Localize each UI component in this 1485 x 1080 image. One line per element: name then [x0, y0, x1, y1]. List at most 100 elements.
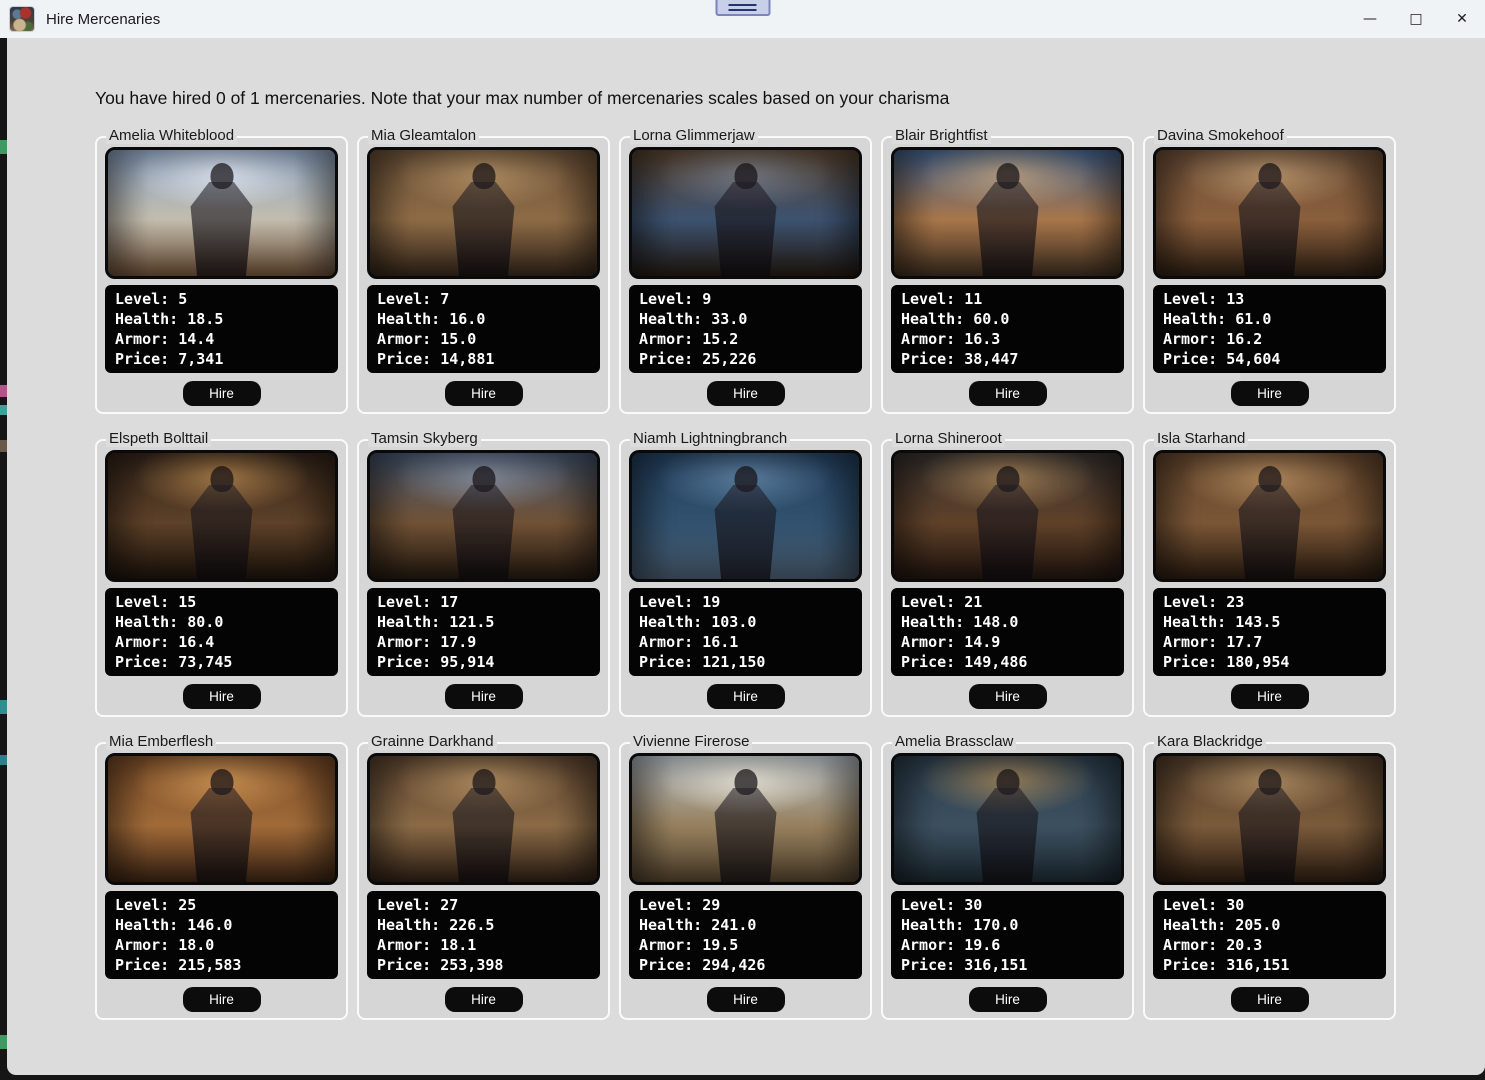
mercenary-name: Amelia Brassclaw [892, 733, 1017, 750]
mercenary-card: Amelia Whiteblood Level: 5 Health: 18.5 Ar… [95, 127, 348, 414]
mercenary-name: Lorna Shineroot [892, 430, 1005, 447]
hire-button[interactable]: Hire [706, 684, 785, 709]
mercenary-portrait [105, 753, 338, 885]
portrait-vignette [1156, 453, 1383, 579]
price-stat: Price: 121,150 [639, 653, 766, 671]
hire-button[interactable]: Hire [444, 684, 523, 709]
mercenary-portrait [629, 753, 862, 885]
mercenary-name: Vivienne Firerose [630, 733, 753, 750]
background-pixel [0, 405, 7, 415]
mercenary-name: Niamh Lightningbranch [630, 430, 791, 447]
stats-panel: Level: 11 Health: 60.0 Armor: 16.3 Price: 38… [891, 285, 1124, 373]
armor-stat: Armor: 17.7 [1163, 633, 1263, 651]
main-content: You have hired 0 of 1 mercenaries. Note … [7, 38, 1485, 1075]
minimize-icon: — [1363, 11, 1377, 27]
price-stat: Price: 316,151 [901, 956, 1028, 974]
mercenary-card: Isla Starhand Level: 23 Health: 143.5 Armo… [1143, 430, 1396, 717]
health-stat: Health: 146.0 [115, 916, 233, 934]
hire-button[interactable]: Hire [968, 987, 1047, 1012]
hire-button[interactable]: Hire [182, 381, 261, 406]
hire-button[interactable]: Hire [968, 381, 1047, 406]
maximize-button[interactable]: □ [1393, 0, 1439, 38]
mercenary-portrait [1153, 753, 1386, 885]
background-pixel [0, 385, 7, 397]
window-titlebar: Hire Mercenaries — □ ✕ [0, 0, 1485, 38]
hire-button[interactable]: Hire [1230, 684, 1309, 709]
price-stat: Price: 215,583 [115, 956, 242, 974]
portrait-vignette [370, 150, 597, 276]
portrait-vignette [632, 756, 859, 882]
hire-button[interactable]: Hire [182, 987, 261, 1012]
stats-panel: Level: 9 Health: 33.0 Armor: 15.2 Price: 25,… [629, 285, 862, 373]
stats-panel: Level: 5 Health: 18.5 Armor: 14.4 Price: 7,3… [105, 285, 338, 373]
mercenary-name: Amelia Whiteblood [106, 127, 238, 144]
background-pixel [0, 700, 7, 714]
armor-stat: Armor: 16.2 [1163, 330, 1263, 348]
hire-button[interactable]: Hire [706, 987, 785, 1012]
mercenary-card: Mia Gleamtalon Level: 7 Health: 16.0 Armor… [357, 127, 610, 414]
armor-stat: Armor: 14.9 [901, 633, 1001, 651]
stats-panel: Level: 30 Health: 205.0 Armor: 20.3 Price: 3… [1153, 891, 1386, 979]
price-stat: Price: 253,398 [377, 956, 504, 974]
mercenary-name: Lorna Glimmerjaw [630, 127, 758, 144]
mercenary-grid: Amelia Whiteblood Level: 5 Health: 18.5 Ar… [95, 127, 1485, 1020]
mercenary-portrait [891, 147, 1124, 279]
mercenary-portrait [629, 147, 862, 279]
hire-button[interactable]: Hire [182, 684, 261, 709]
mercenary-name: Isla Starhand [1154, 430, 1249, 447]
hire-button[interactable]: Hire [444, 987, 523, 1012]
armor-stat: Armor: 15.2 [639, 330, 739, 348]
price-stat: Price: 95,914 [377, 653, 495, 671]
level-stat: Level: 21 [901, 593, 983, 611]
window-drag-handle[interactable] [715, 0, 770, 16]
mercenary-card: Elspeth Bolttail Level: 15 Health: 80.0 Ar… [95, 430, 348, 717]
health-stat: Health: 16.0 [377, 310, 486, 328]
health-stat: Health: 241.0 [639, 916, 757, 934]
portrait-vignette [632, 453, 859, 579]
window-controls: — □ ✕ [1347, 0, 1485, 38]
mercenary-card: Lorna Shineroot Level: 21 Health: 148.0 Ar… [881, 430, 1134, 717]
minimize-button[interactable]: — [1347, 0, 1393, 38]
mercenary-name: Mia Emberflesh [106, 733, 217, 750]
hire-button[interactable]: Hire [1230, 987, 1309, 1012]
level-stat: Level: 19 [639, 593, 721, 611]
level-stat: Level: 11 [901, 290, 983, 308]
mercenary-card: Tamsin Skyberg Level: 17 Health: 121.5 Arm… [357, 430, 610, 717]
level-stat: Level: 5 [115, 290, 188, 308]
price-stat: Price: 180,954 [1163, 653, 1290, 671]
health-stat: Health: 60.0 [901, 310, 1010, 328]
health-stat: Health: 143.5 [1163, 613, 1281, 631]
mercenary-card: Grainne Darkhand Level: 27 Health: 226.5 A… [357, 733, 610, 1020]
stats-panel: Level: 7 Health: 16.0 Armor: 15.0 Price: 14,… [367, 285, 600, 373]
portrait-vignette [632, 150, 859, 276]
app-icon [10, 7, 34, 31]
stats-panel: Level: 30 Health: 170.0 Armor: 19.6 Price: 3… [891, 891, 1124, 979]
hire-button[interactable]: Hire [1230, 381, 1309, 406]
portrait-vignette [108, 756, 335, 882]
hire-button[interactable]: Hire [968, 684, 1047, 709]
armor-stat: Armor: 18.1 [377, 936, 477, 954]
portrait-vignette [894, 453, 1121, 579]
mercenary-card: Mia Emberflesh Level: 25 Health: 146.0 Arm… [95, 733, 348, 1020]
price-stat: Price: 14,881 [377, 350, 495, 368]
level-stat: Level: 29 [639, 896, 721, 914]
portrait-vignette [1156, 150, 1383, 276]
mercenary-portrait [1153, 147, 1386, 279]
armor-stat: Armor: 18.0 [115, 936, 215, 954]
portrait-vignette [370, 756, 597, 882]
hire-button[interactable]: Hire [706, 381, 785, 406]
close-button[interactable]: ✕ [1439, 0, 1485, 38]
hire-button[interactable]: Hire [444, 381, 523, 406]
level-stat: Level: 27 [377, 896, 459, 914]
portrait-vignette [894, 756, 1121, 882]
mercenary-name: Kara Blackridge [1154, 733, 1266, 750]
stats-panel: Level: 27 Health: 226.5 Armor: 18.1 Price: 2… [367, 891, 600, 979]
level-stat: Level: 30 [901, 896, 983, 914]
mercenary-portrait [105, 450, 338, 582]
level-stat: Level: 7 [377, 290, 450, 308]
mercenary-portrait [1153, 450, 1386, 582]
armor-stat: Armor: 19.5 [639, 936, 739, 954]
mercenary-name: Tamsin Skyberg [368, 430, 481, 447]
price-stat: Price: 38,447 [901, 350, 1019, 368]
stats-panel: Level: 25 Health: 146.0 Armor: 18.0 Price: 2… [105, 891, 338, 979]
